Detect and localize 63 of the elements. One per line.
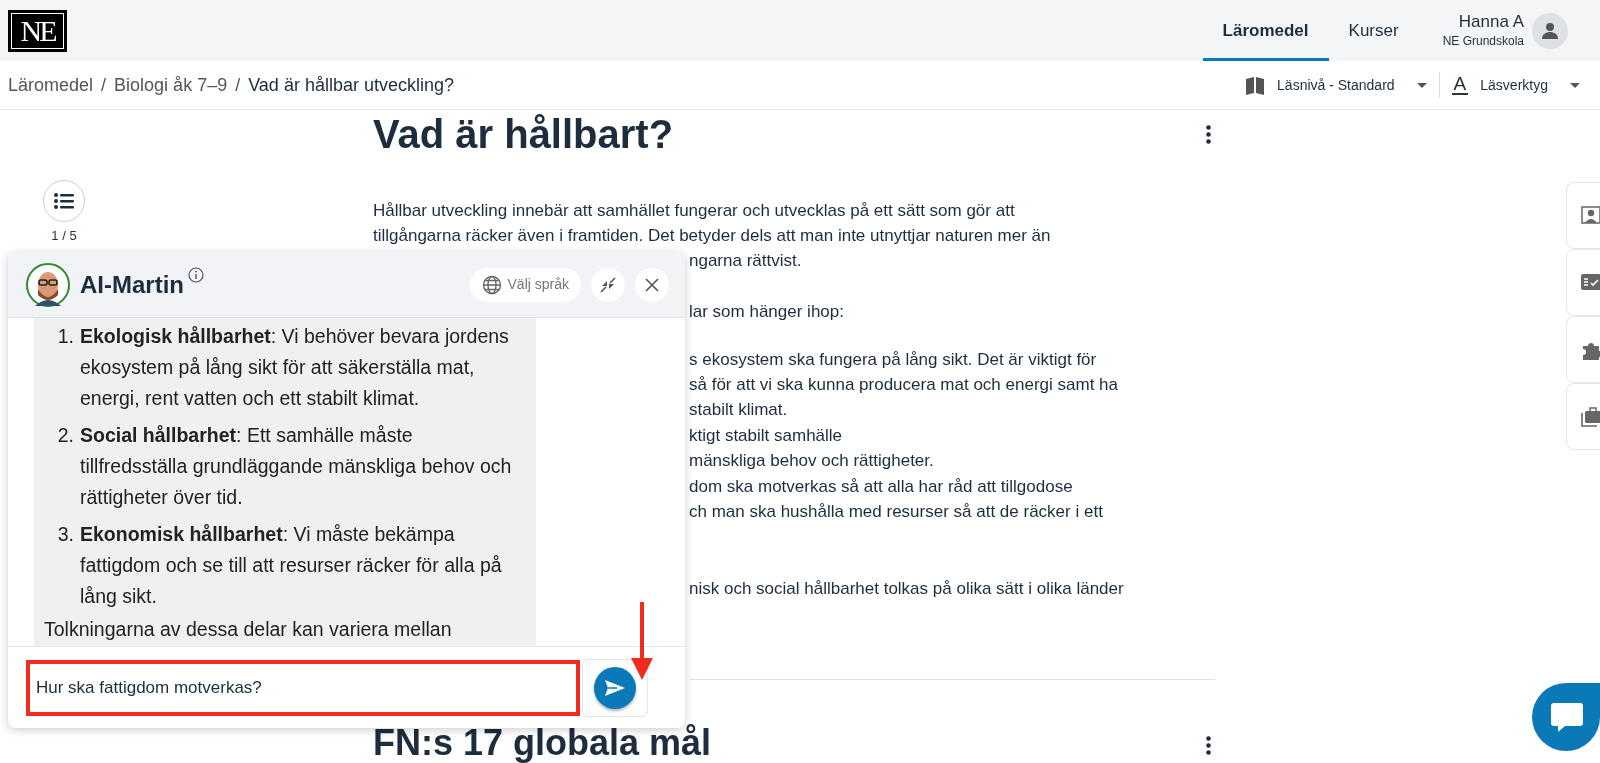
list-item-text: Social hållbarhet: Ett samhälle måste tillfredsställa grundläggande mänskliga behov och rättigheter över tid.	[80, 423, 513, 510]
nav-tab[interactable]: Läromedel	[1202, 0, 1329, 61]
kebab-icon	[1206, 736, 1211, 756]
body-text-line: stabilt klimat.	[689, 400, 788, 419]
globe-icon	[481, 274, 502, 295]
list-number: 1.	[56, 324, 74, 349]
message-input[interactable]: Hur ska fattigdom motverkas?	[26, 659, 580, 716]
reading-level-dropdown[interactable]: Läsnivå - Standard	[1233, 74, 1439, 96]
user-name: Hanna A	[1457, 11, 1524, 32]
list-item-text: Ekonomisk hållbarhet: Vi måste bekämpa fattigdom och se till att resurser räcker för alla på lång sikt.	[80, 522, 503, 609]
collapse-icon	[599, 275, 617, 294]
body-text-line: s ekosystem ska fungera på lång sikt. Det är viktigt för	[689, 350, 1097, 369]
list-number: 2.	[56, 423, 74, 448]
body-text-line: dom ska motverkas så att alla har råd att tillgodose	[689, 477, 1073, 496]
breadcrumb-separator: /	[235, 73, 241, 97]
send-icon	[604, 677, 626, 698]
breadcrumb-link[interactable]: Läromedel	[8, 71, 94, 99]
table-of-contents-button[interactable]	[43, 180, 85, 222]
avatar	[26, 262, 70, 307]
reading-tools-dropdown[interactable]: A Läsverktyg	[1439, 74, 1592, 96]
briefcase-icon	[1581, 406, 1600, 427]
list-icon	[54, 193, 74, 209]
breadcrumb-link[interactable]: Biologi åk 7–9	[114, 71, 228, 99]
side-tab[interactable]	[1566, 249, 1600, 316]
person-icon	[1541, 22, 1559, 39]
side-tab[interactable]	[1566, 316, 1600, 383]
send-button[interactable]	[594, 666, 636, 709]
close-icon	[645, 277, 659, 292]
school-name: NE Grundskola	[1442, 32, 1524, 50]
side-tab[interactable]	[1566, 182, 1600, 249]
body-text-line: ch man ska hushålla med resurser så att de räcker i ett	[689, 502, 1103, 521]
section-title: FN:s 17 globala mål	[373, 725, 712, 761]
breadcrumb-separator: /	[101, 73, 107, 97]
language-button[interactable]: Välj språk	[469, 267, 581, 302]
body-text-line: lar som hänger ihop:	[689, 302, 844, 321]
info-icon[interactable]	[188, 266, 204, 283]
minimize-button[interactable]	[591, 267, 625, 302]
nav-tab[interactable]: Kurser	[1328, 0, 1419, 61]
logo[interactable]: NE	[8, 9, 67, 52]
breadcrumb-current: Vad är hållbar utveckling?	[248, 73, 454, 97]
kebab-icon	[1206, 125, 1211, 145]
list-item-text: Ekologisk hållbarhet: Vi behöver bevara jordens ekosystem på lång sikt för att säkerställa mat, energi, rent vatten och ett stabilt klimat.	[80, 324, 510, 411]
side-tab[interactable]	[1566, 383, 1600, 450]
chat-button[interactable]	[1532, 683, 1600, 751]
body-text-line: så för att vi ska kunna producera mat och energi samt ha	[689, 375, 1118, 394]
contact-card-icon	[1581, 205, 1600, 226]
page-counter: 1 / 5	[51, 227, 77, 245]
caret-icon	[1570, 82, 1580, 88]
assistant-name: AI-Martin	[80, 269, 184, 300]
message-text: Tolkningarna av dessa delar kan variera mellan	[44, 618, 453, 640]
list-number: 3.	[56, 522, 74, 547]
body-text-line: mänskliga behov och rättigheter.	[689, 451, 934, 470]
avatar[interactable]	[1532, 12, 1568, 49]
book-icon	[1245, 75, 1266, 95]
body-text-line: ktigt stabilt samhälle	[689, 426, 843, 445]
close-button[interactable]	[635, 267, 669, 302]
body-text-line: Hållbar utveckling innebär att samhället fungerar och utvecklas på ett sätt som gör att	[373, 201, 1015, 220]
section-title: Vad är hållbart?	[373, 111, 674, 156]
body-text-line: nisk och social hållbarhet tolkas på olika sätt i olika länder	[689, 579, 1124, 598]
body-text-line: tillgångarna räcker även i framtiden. Det betyder dels att man inte utnyttjar naturen mer än	[373, 226, 1051, 245]
checklist-icon	[1581, 272, 1600, 293]
caret-icon	[1416, 82, 1427, 88]
body-text-line: ngarna rättvist.	[689, 251, 802, 270]
